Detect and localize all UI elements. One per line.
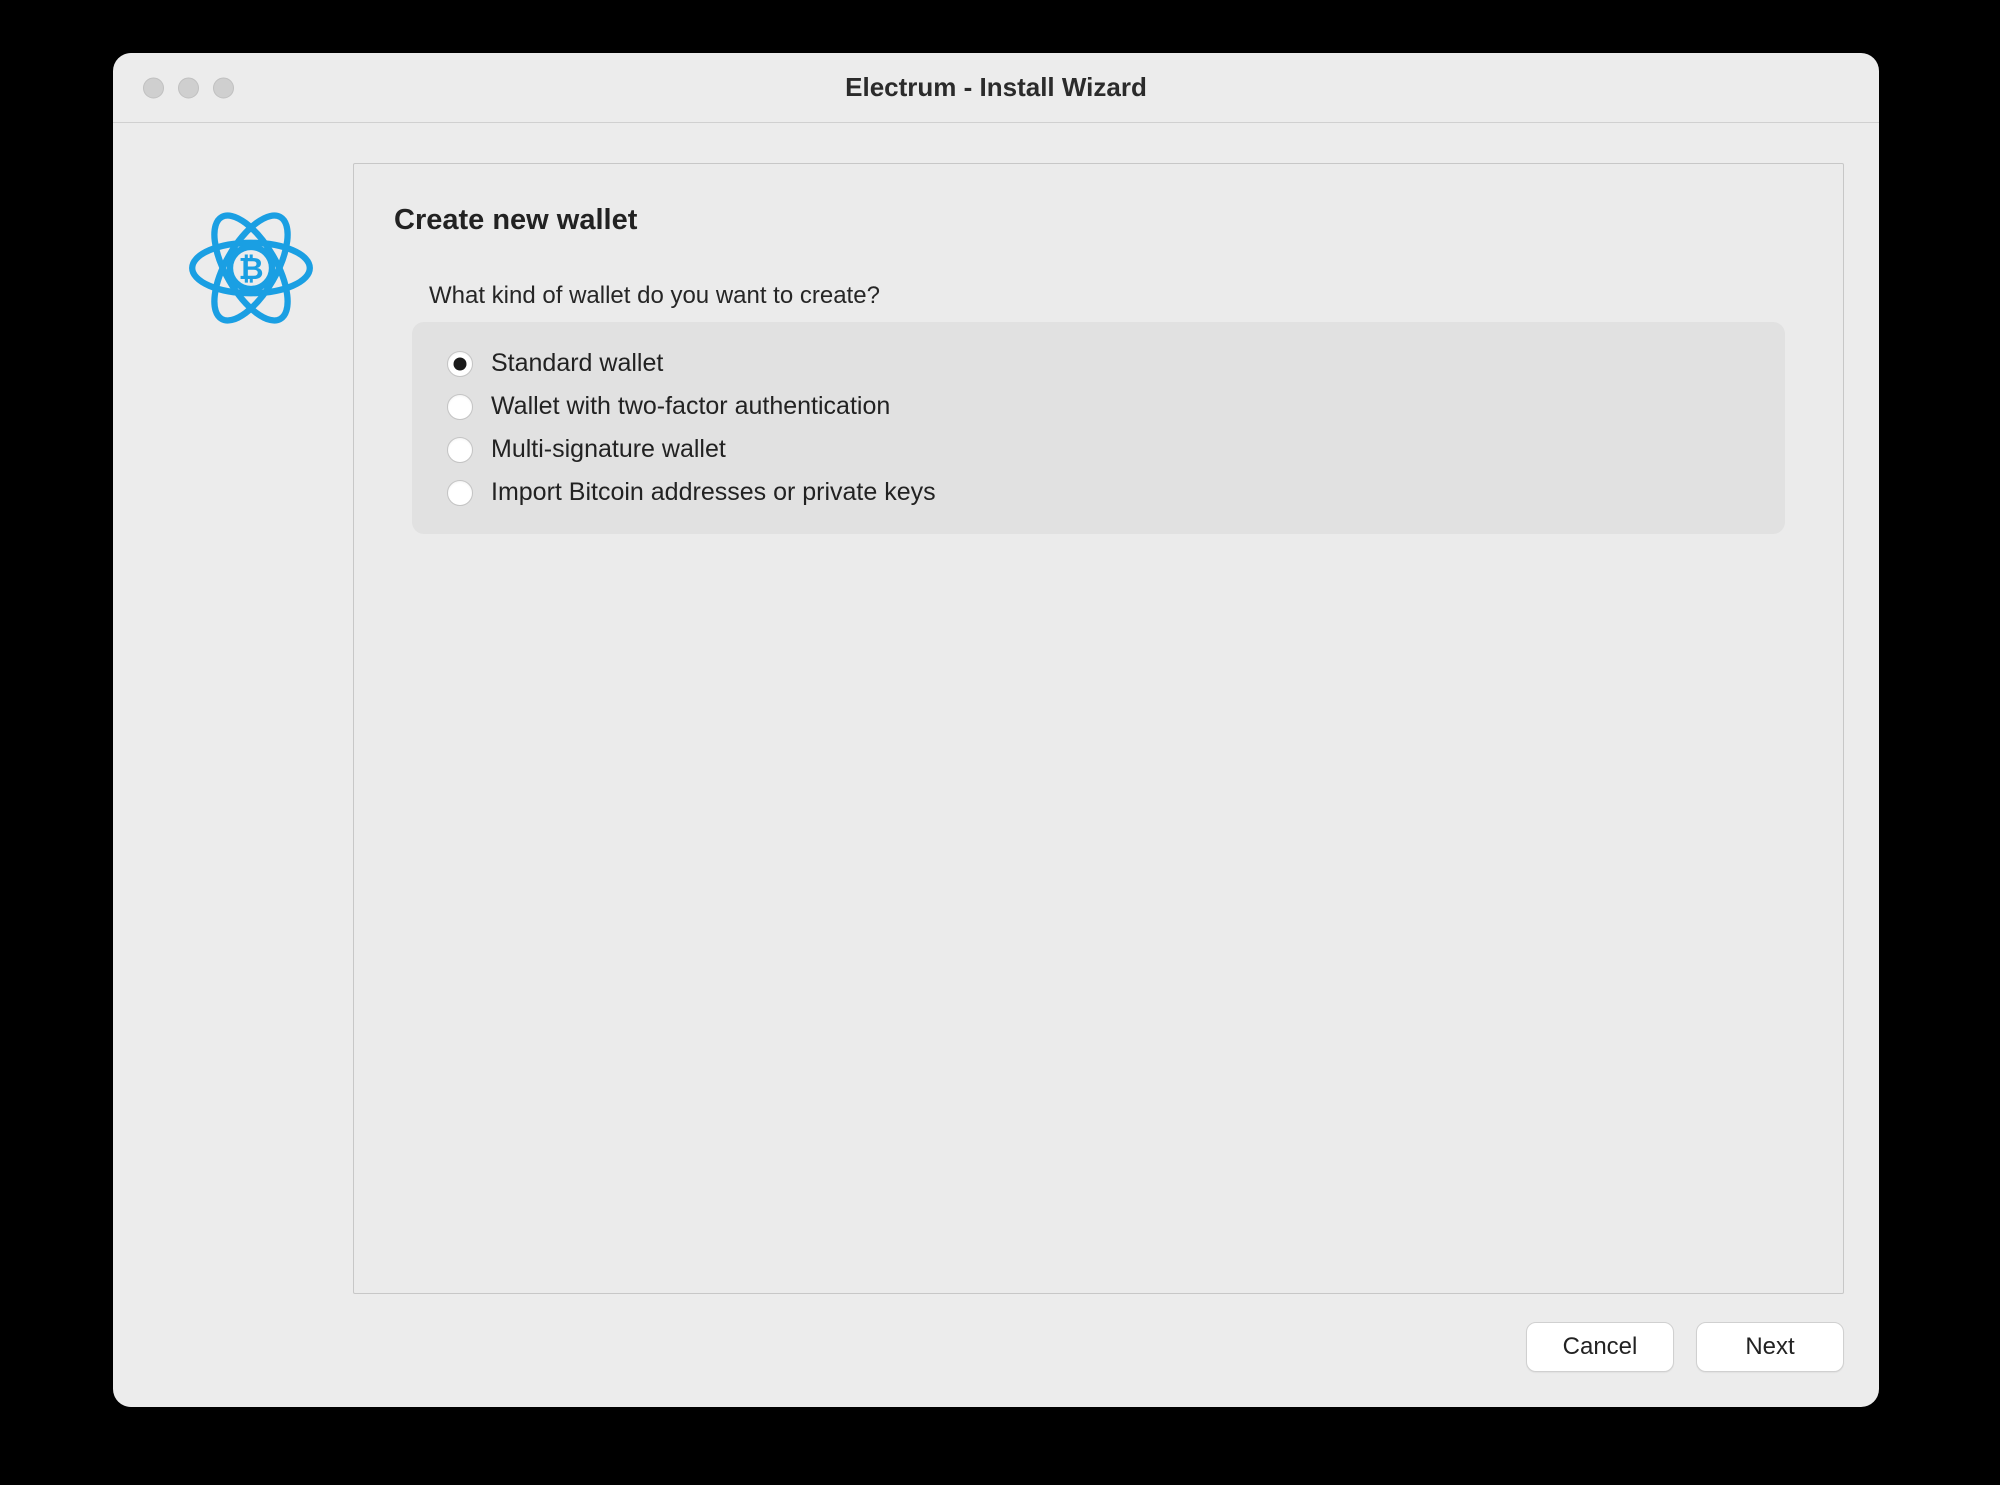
radio-icon bbox=[447, 480, 473, 506]
option-multisig-wallet[interactable]: Multi-signature wallet bbox=[447, 428, 1760, 471]
radio-icon bbox=[447, 394, 473, 420]
wizard-sidebar: ₿ bbox=[148, 163, 353, 1294]
wallet-type-options: Standard wallet Wallet with two-factor a… bbox=[412, 322, 1785, 534]
option-label: Import Bitcoin addresses or private keys bbox=[491, 478, 936, 507]
titlebar: Electrum - Install Wizard bbox=[113, 53, 1879, 123]
cancel-button[interactable]: Cancel bbox=[1526, 1322, 1674, 1372]
radio-icon bbox=[447, 351, 473, 377]
minimize-window-icon[interactable] bbox=[178, 77, 199, 98]
fullscreen-window-icon[interactable] bbox=[213, 77, 234, 98]
option-label: Standard wallet bbox=[491, 349, 663, 378]
option-label: Wallet with two-factor authentication bbox=[491, 392, 890, 421]
option-two-factor-wallet[interactable]: Wallet with two-factor authentication bbox=[447, 385, 1760, 428]
next-button[interactable]: Next bbox=[1696, 1322, 1844, 1372]
page-title: Create new wallet bbox=[394, 204, 1803, 237]
wizard-footer: Cancel Next bbox=[113, 1294, 1879, 1407]
wizard-main-panel: Create new wallet What kind of wallet do… bbox=[353, 163, 1844, 1294]
close-window-icon[interactable] bbox=[143, 77, 164, 98]
window-title: Electrum - Install Wizard bbox=[845, 72, 1147, 103]
window-controls bbox=[143, 77, 234, 98]
svg-text:₿: ₿ bbox=[238, 251, 263, 286]
radio-icon bbox=[447, 437, 473, 463]
option-standard-wallet[interactable]: Standard wallet bbox=[447, 342, 1760, 385]
option-label: Multi-signature wallet bbox=[491, 435, 726, 464]
content-area: ₿ Create new wallet What kind of wallet … bbox=[113, 123, 1879, 1294]
electrum-logo-icon: ₿ bbox=[181, 198, 321, 343]
electrum-install-wizard-window: Electrum - Install Wizard ₿ bbox=[113, 53, 1879, 1407]
wallet-kind-prompt: What kind of wallet do you want to creat… bbox=[429, 282, 1803, 310]
option-import-addresses[interactable]: Import Bitcoin addresses or private keys bbox=[447, 471, 1760, 514]
